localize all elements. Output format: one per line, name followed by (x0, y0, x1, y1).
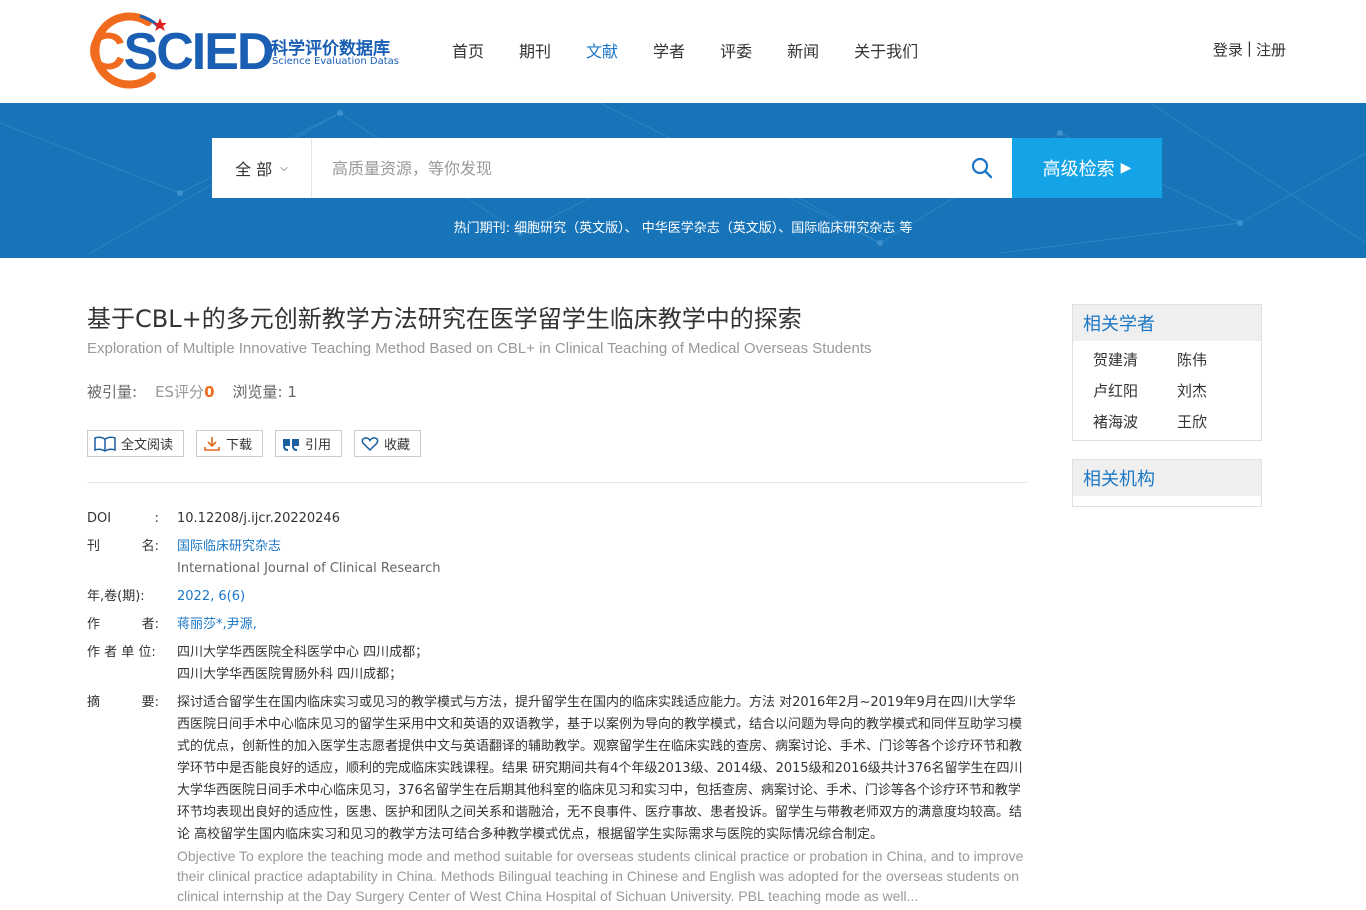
logo-wordmark: CSCIED (88, 23, 274, 81)
site-logo[interactable]: CSCIED 科学评价数据库 Science Evaluation Datas (88, 8, 408, 92)
nav-news[interactable]: 新闻 (787, 38, 819, 62)
view-count: 浏览量: 1 (232, 383, 297, 401)
scholar-link[interactable]: 卢红阳 (1093, 380, 1177, 401)
article-actions: 全文阅读 下载 引用 收藏 (87, 430, 422, 457)
cite-label: 引用 (305, 438, 332, 453)
chevron-down-icon: ⌵ (280, 162, 288, 174)
scholar-link[interactable]: 陈伟 (1177, 349, 1261, 370)
cited-count: 被引量: (87, 383, 138, 401)
play-arrow-icon: ▶ (1120, 160, 1132, 176)
scholar-link[interactable]: 贺建清 (1093, 349, 1177, 370)
year-volume-link[interactable]: 2022, 6(6) (177, 589, 245, 604)
nav-literature[interactable]: 文献 (586, 38, 618, 62)
hot-journals-list[interactable]: 细胞研究（英文版）、 中华医学杂志（英文版）、国际临床研究杂志 等 (514, 221, 912, 236)
doi-value: 10.12208/j.ijcr.20220246 (177, 511, 340, 526)
search-input[interactable] (312, 138, 952, 198)
logo-english-name: Science Evaluation Datas (272, 56, 399, 67)
nav-scholars[interactable]: 学者 (653, 38, 685, 62)
download-button[interactable]: 下载 (196, 430, 264, 457)
journal-row: 刊名: 国际临床研究杂志 International Journal of Cl… (87, 536, 1027, 580)
article-metadata: DOI: 10.12208/j.ijcr.20220246 刊名: 国际临床研究… (87, 508, 1027, 910)
sidebar: 相关学者 贺建清 陈伟 卢红阳 刘杰 褚海波 王欣 相关机构 (1072, 304, 1262, 525)
register-link[interactable]: 注册 (1256, 39, 1286, 60)
author-links[interactable]: 蒋丽莎*,尹源, (177, 617, 257, 632)
advanced-search-button[interactable]: 高级检索 ▶ (1012, 138, 1162, 198)
auth-separator: | (1246, 39, 1252, 57)
advanced-search-label: 高级检索 (1042, 159, 1115, 180)
download-label: 下载 (226, 438, 253, 453)
unit-row: 作 者 单 位: 四川大学华西医院全科医学中心 四川成都； 四川大学华西医院胃肠… (87, 642, 1027, 686)
es-score: ES评分0 (155, 383, 215, 401)
quote-icon (283, 438, 300, 451)
search-banner: 全 部 ⌵ 高级检索 ▶ 热门期刊: 细胞研究（英文版）、 中华医学杂志（英文版… (0, 103, 1366, 258)
search-scope-value: 全 部 (235, 160, 273, 179)
heart-icon (361, 436, 379, 451)
auth-links: 登录 | 注册 (1213, 39, 1286, 60)
search-scope-select[interactable]: 全 部 ⌵ (212, 138, 312, 198)
journal-english-name: International Journal of Clinical Resear… (177, 561, 441, 576)
related-scholars-panel: 相关学者 贺建清 陈伟 卢红阳 刘杰 褚海波 王欣 (1072, 304, 1262, 441)
abstract-chinese: 探讨适合留学生在国内临床实习或见习的教学模式与方法，提升留学生在国内的临床实践适… (177, 695, 1023, 842)
nav-about[interactable]: 关于我们 (854, 38, 918, 62)
scholar-link[interactable]: 刘杰 (1177, 380, 1261, 401)
favorite-button[interactable]: 收藏 (354, 430, 422, 457)
hot-journals-label: 热门期刊: (453, 221, 510, 236)
journal-link[interactable]: 国际临床研究杂志 (177, 539, 281, 554)
year-row: 年,卷(期): 2022, 6(6) (87, 586, 1027, 608)
unit-label: 作 者 单 位: (87, 645, 156, 660)
scholar-link[interactable]: 褚海波 (1093, 411, 1177, 432)
article-stats: 被引量: ES评分0 浏览量: 1 (87, 381, 315, 402)
nav-home[interactable]: 首页 (452, 38, 484, 62)
search-box: 全 部 ⌵ (212, 138, 1012, 198)
read-fulltext-button[interactable]: 全文阅读 (87, 430, 185, 457)
hot-journals: 热门期刊: 细胞研究（英文版）、 中华医学杂志（英文版）、国际临床研究杂志 等 (0, 217, 1366, 236)
related-scholars-title: 相关学者 (1073, 305, 1261, 341)
login-link[interactable]: 登录 (1213, 39, 1243, 60)
site-header: CSCIED 科学评价数据库 Science Evaluation Datas … (0, 0, 1366, 103)
abstract-english: Objective To explore the teaching mode a… (177, 848, 1024, 904)
related-orgs-title: 相关机构 (1073, 460, 1261, 496)
section-divider (87, 482, 1027, 483)
author-unit: 四川大学华西医院胃肠外科 四川成都； (177, 667, 403, 682)
scholar-link[interactable]: 王欣 (1177, 411, 1261, 432)
author-unit: 四川大学华西医院全科医学中心 四川成都； (177, 645, 429, 660)
doi-row: DOI: 10.12208/j.ijcr.20220246 (87, 508, 1027, 530)
nav-reviewers[interactable]: 评委 (720, 38, 752, 62)
year-label: 年,卷(期): (87, 589, 145, 604)
nav-journals[interactable]: 期刊 (519, 38, 551, 62)
related-orgs-panel: 相关机构 (1072, 459, 1262, 507)
book-icon (94, 435, 116, 452)
article-subtitle: Exploration of Multiple Innovative Teach… (87, 340, 872, 357)
download-icon (204, 436, 220, 451)
abstract-row: 摘要: 探讨适合留学生在国内临床实习或见习的教学模式与方法，提升留学生在国内的临… (87, 692, 1027, 906)
author-row: 作者: 蒋丽莎*,尹源, (87, 617, 257, 632)
scholar-list: 贺建清 陈伟 卢红阳 刘杰 褚海波 王欣 (1073, 341, 1261, 440)
article-title: 基于CBL+的多元创新教学方法研究在医学留学生临床教学中的探索 (87, 305, 802, 333)
search-icon[interactable] (952, 138, 1012, 198)
cite-button[interactable]: 引用 (275, 430, 343, 457)
favorite-label: 收藏 (384, 438, 411, 453)
main-nav: 首页 期刊 文献 学者 评委 新闻 关于我们 (452, 38, 953, 62)
read-fulltext-label: 全文阅读 (121, 438, 174, 453)
